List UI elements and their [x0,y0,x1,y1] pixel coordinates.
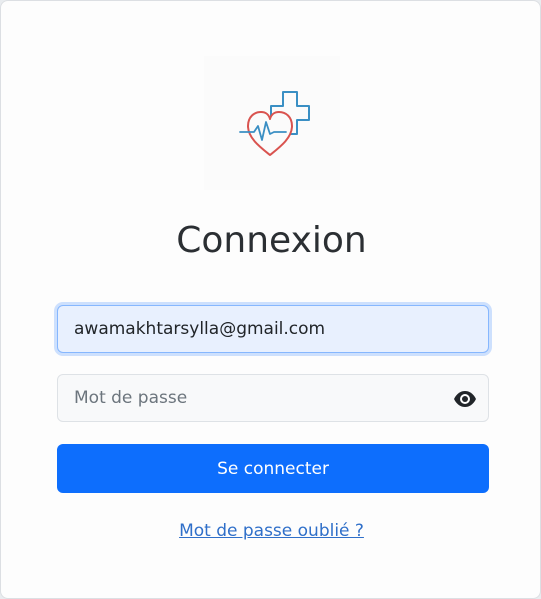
logo [204,56,340,190]
page-title: Connexion [176,220,367,261]
forgot-password-link[interactable]: Mot de passe oublié ? [179,521,364,541]
eye-icon[interactable] [452,388,478,410]
email-field[interactable] [57,305,489,353]
heart-medical-cross-icon [239,91,310,156]
forgot-password-container: Mot de passe oublié ? [1,519,541,543]
login-button[interactable]: Se connecter [57,444,489,493]
login-card: Connexion Se connecter Mot de passe oubl… [0,0,541,599]
password-field[interactable] [57,374,489,422]
